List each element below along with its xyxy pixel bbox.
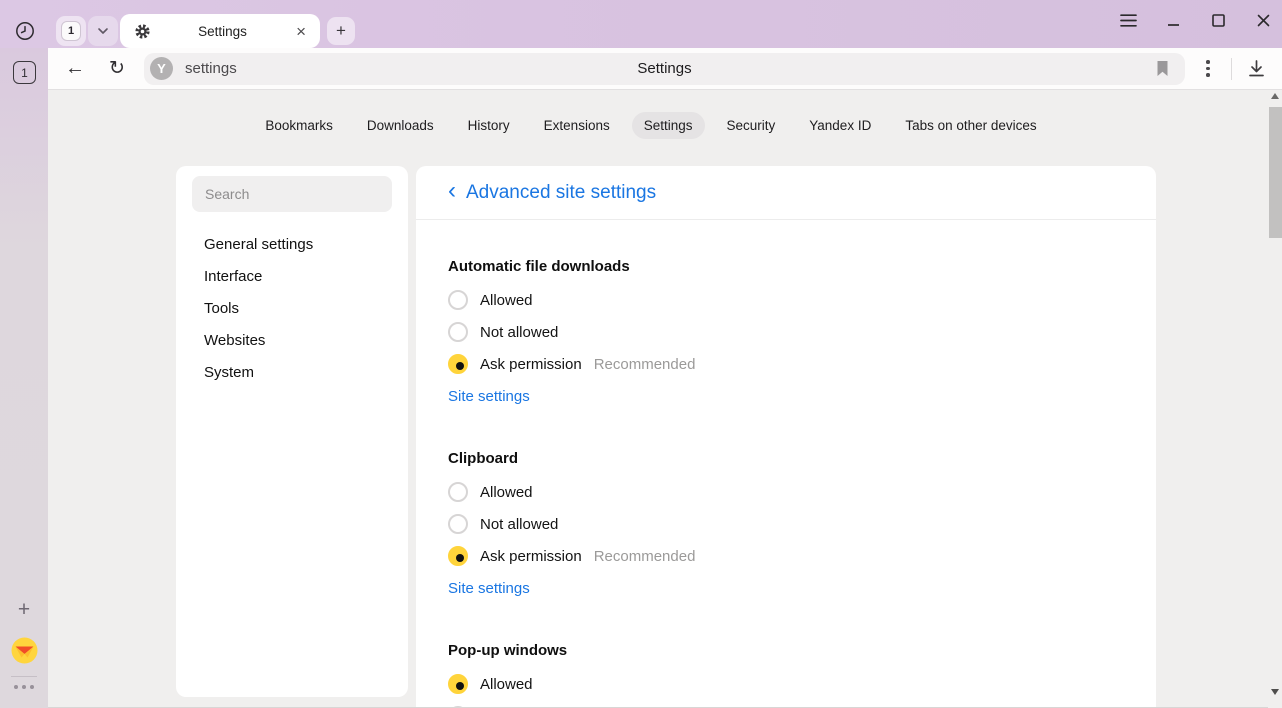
tab-counter-group: 1 (56, 16, 118, 46)
url-text: settings (185, 60, 237, 77)
strip-add-button[interactable]: + (0, 597, 48, 623)
close-window-icon[interactable] (1254, 11, 1272, 29)
radio-button[interactable] (448, 290, 468, 310)
scroll-up-arrow-icon[interactable] (1271, 93, 1279, 99)
radio-option-allowed[interactable]: Allowed (448, 284, 1124, 316)
browser-window: 1 Settings × + (0, 0, 1282, 708)
site-settings-link[interactable]: Site settings (448, 580, 530, 597)
section-popup-windows: Pop-up windows Allowed Not allowed Recom… (448, 640, 1124, 708)
radio-label: Not allowed (480, 516, 558, 533)
advanced-site-settings-panel: ‹ Advanced site settings Automatic file … (416, 166, 1156, 708)
sidebar-item-system[interactable]: System (192, 356, 392, 388)
radio-label: Ask permission (480, 356, 582, 373)
sidebar-item-general-settings[interactable]: General settings (192, 228, 392, 260)
section-title: Clipboard (448, 448, 1124, 470)
site-settings-link[interactable]: Site settings (448, 388, 530, 405)
settings-menu: General settings Interface Tools Website… (192, 228, 392, 388)
radio-note: Recommended (594, 548, 696, 565)
tab-list-chevron-button[interactable] (88, 16, 118, 46)
page-title: Settings (144, 60, 1185, 77)
radio-button[interactable] (448, 482, 468, 502)
scrollbar-thumb[interactable] (1269, 107, 1282, 238)
tab-close-icon[interactable]: × (294, 23, 308, 40)
section-title: Automatic file downloads (448, 256, 1124, 278)
scroll-down-arrow-icon[interactable] (1271, 689, 1279, 695)
radio-option-ask-permission[interactable]: Ask permission Recommended (448, 540, 1124, 572)
sidebar-item-interface[interactable]: Interface (192, 260, 392, 292)
radio-label: Ask permission (480, 548, 582, 565)
nav-tab-downloads[interactable]: Downloads (355, 112, 446, 139)
radio-button[interactable] (448, 354, 468, 374)
section-automatic-file-downloads: Automatic file downloads Allowed Not all… (448, 256, 1124, 412)
radio-option-allowed[interactable]: Allowed (448, 476, 1124, 508)
strip-divider (11, 676, 37, 677)
section-clipboard: Clipboard Allowed Not allowed Ask permis… (448, 448, 1124, 604)
sidebar-item-tools[interactable]: Tools (192, 292, 392, 324)
settings-page: Bookmarks Downloads History Extensions S… (48, 90, 1282, 708)
radio-label: Allowed (480, 484, 533, 501)
window-controls (1119, 9, 1272, 31)
nav-tab-other-devices[interactable]: Tabs on other devices (893, 112, 1048, 139)
radio-label: Allowed (480, 676, 533, 693)
settings-nav-tabs: Bookmarks Downloads History Extensions S… (48, 112, 1254, 139)
maximize-icon[interactable] (1209, 11, 1227, 29)
new-tab-button[interactable]: + (327, 17, 355, 45)
bookmark-icon[interactable] (1149, 56, 1175, 82)
settings-sidebar: General settings Interface Tools Website… (176, 166, 408, 697)
minimize-icon[interactable] (1164, 11, 1182, 29)
radio-option-ask-permission[interactable]: Ask permission Recommended (448, 348, 1124, 380)
radio-button[interactable] (448, 546, 468, 566)
tab-panel-button[interactable]: 1 (13, 61, 36, 84)
search-input[interactable] (192, 176, 392, 212)
radio-button[interactable] (448, 514, 468, 534)
sidebar-item-websites[interactable]: Websites (192, 324, 392, 356)
browser-tab-settings[interactable]: Settings × (120, 14, 320, 48)
downloads-icon[interactable] (1240, 54, 1272, 84)
back-icon[interactable]: ← (60, 54, 90, 84)
radio-option-not-allowed[interactable]: Not allowed (448, 316, 1124, 348)
page-section-title: Advanced site settings (466, 182, 656, 204)
chevron-down-icon (97, 27, 109, 35)
gear-icon (134, 23, 151, 40)
address-toolbar: ← ↻ Y settings Settings (48, 48, 1282, 90)
nav-tab-history[interactable]: History (456, 112, 522, 139)
strip-more-icon[interactable] (0, 685, 48, 689)
section-title: Pop-up windows (448, 640, 1124, 662)
radio-note: Recommended (594, 356, 696, 373)
yandex-mail-icon[interactable] (11, 637, 38, 664)
radio-option-not-allowed[interactable]: Not allowed (448, 508, 1124, 540)
nav-tab-extensions[interactable]: Extensions (532, 112, 622, 139)
side-strip: 1 + (0, 48, 48, 708)
history-clock-icon[interactable] (12, 18, 38, 44)
back-chevron-icon: ‹ (448, 179, 456, 203)
nav-tab-yandex-id[interactable]: Yandex ID (797, 112, 883, 139)
radio-button[interactable] (448, 674, 468, 694)
tab-title: Settings (151, 24, 294, 39)
address-bar[interactable]: Y settings Settings (144, 53, 1185, 85)
radio-option-allowed[interactable]: Allowed (448, 668, 1124, 700)
tab-bar: 1 Settings × + (0, 0, 1282, 48)
kebab-menu-icon[interactable] (1193, 54, 1223, 84)
nav-tab-settings[interactable]: Settings (632, 112, 705, 139)
nav-tab-bookmarks[interactable]: Bookmarks (253, 112, 345, 139)
radio-label: Not allowed (480, 324, 558, 341)
nav-tab-security[interactable]: Security (715, 112, 788, 139)
toolbar-divider (1231, 58, 1232, 80)
menu-hamburger-icon[interactable] (1119, 11, 1137, 29)
radio-option-not-allowed[interactable]: Not allowed Recommended (448, 700, 1124, 708)
radio-button[interactable] (448, 322, 468, 342)
tab-count-badge: 1 (61, 21, 81, 41)
advanced-settings-back-header[interactable]: ‹ Advanced site settings (416, 166, 1156, 220)
page-scrollbar[interactable] (1268, 90, 1282, 708)
site-favicon-badge: Y (150, 57, 173, 80)
radio-label: Allowed (480, 292, 533, 309)
tab-counter-button[interactable]: 1 (56, 16, 86, 46)
reload-icon[interactable]: ↻ (102, 54, 132, 84)
